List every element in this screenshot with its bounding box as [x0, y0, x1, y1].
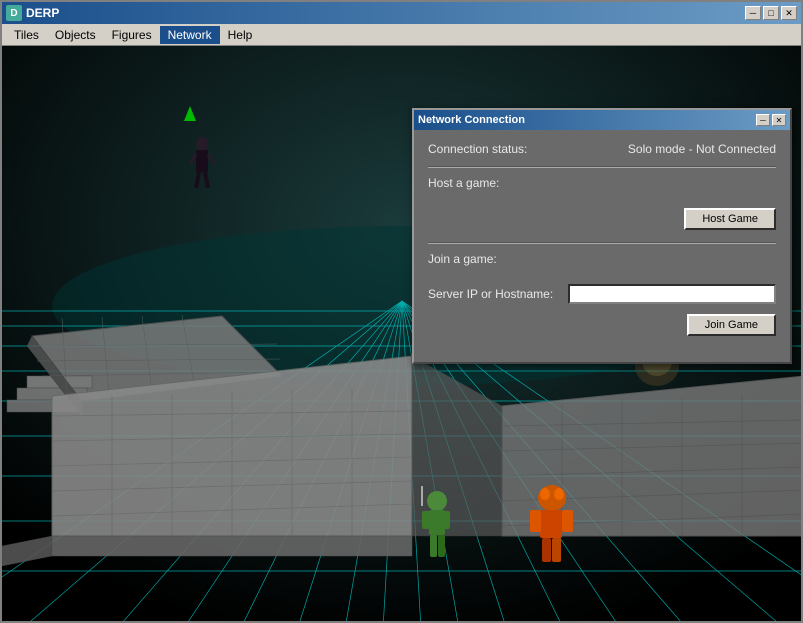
title-bar: D DERP ─ □ ✕ [2, 2, 801, 24]
dialog-title-bar: Network Connection ─ ✕ [414, 110, 790, 130]
title-buttons: ─ □ ✕ [745, 6, 797, 20]
separator-1 [428, 166, 776, 168]
app-window: D DERP ─ □ ✕ Tiles Objects Figures Netwo… [0, 0, 803, 623]
connection-status-row: Connection status: Solo mode - Not Conne… [428, 142, 776, 156]
menu-bar: Tiles Objects Figures Network Help [2, 24, 801, 46]
host-label: Host a game: [428, 176, 499, 190]
main-content: Network Connection ─ ✕ Connection status… [2, 46, 801, 621]
server-ip-input[interactable] [568, 284, 776, 304]
dialog-close-button[interactable]: ✕ [772, 114, 786, 126]
join-game-button[interactable]: Join Game [687, 314, 776, 336]
dialog-min-button[interactable]: ─ [756, 114, 770, 126]
menu-tiles[interactable]: Tiles [6, 26, 47, 44]
connection-status-value: Solo mode - Not Connected [568, 142, 776, 156]
host-button-row: Host Game [428, 208, 776, 230]
dialog-title: Network Connection [418, 114, 525, 126]
separator-2 [428, 242, 776, 244]
host-game-button[interactable]: Host Game [684, 208, 776, 230]
close-button[interactable]: ✕ [781, 6, 797, 20]
window-title: DERP [26, 6, 59, 20]
join-label-row: Join a game: [428, 252, 776, 274]
app-icon: D [6, 5, 22, 21]
join-button-row: Join Game [428, 314, 776, 336]
maximize-button[interactable]: □ [763, 6, 779, 20]
network-dialog: Network Connection ─ ✕ Connection status… [412, 108, 792, 364]
dialog-title-buttons: ─ ✕ [756, 114, 786, 126]
title-bar-left: D DERP [6, 5, 59, 21]
host-label-row: Host a game: [428, 176, 776, 198]
server-ip-row: Server IP or Hostname: [428, 284, 776, 304]
menu-help[interactable]: Help [220, 26, 261, 44]
menu-figures[interactable]: Figures [104, 26, 160, 44]
game-viewport: Network Connection ─ ✕ Connection status… [2, 46, 801, 621]
join-label: Join a game: [428, 252, 497, 266]
connection-status-label: Connection status: [428, 142, 568, 156]
server-ip-label: Server IP or Hostname: [428, 287, 568, 301]
minimize-button[interactable]: ─ [745, 6, 761, 20]
menu-network[interactable]: Network [160, 26, 220, 44]
dialog-content: Connection status: Solo mode - Not Conne… [414, 130, 790, 362]
menu-objects[interactable]: Objects [47, 26, 104, 44]
